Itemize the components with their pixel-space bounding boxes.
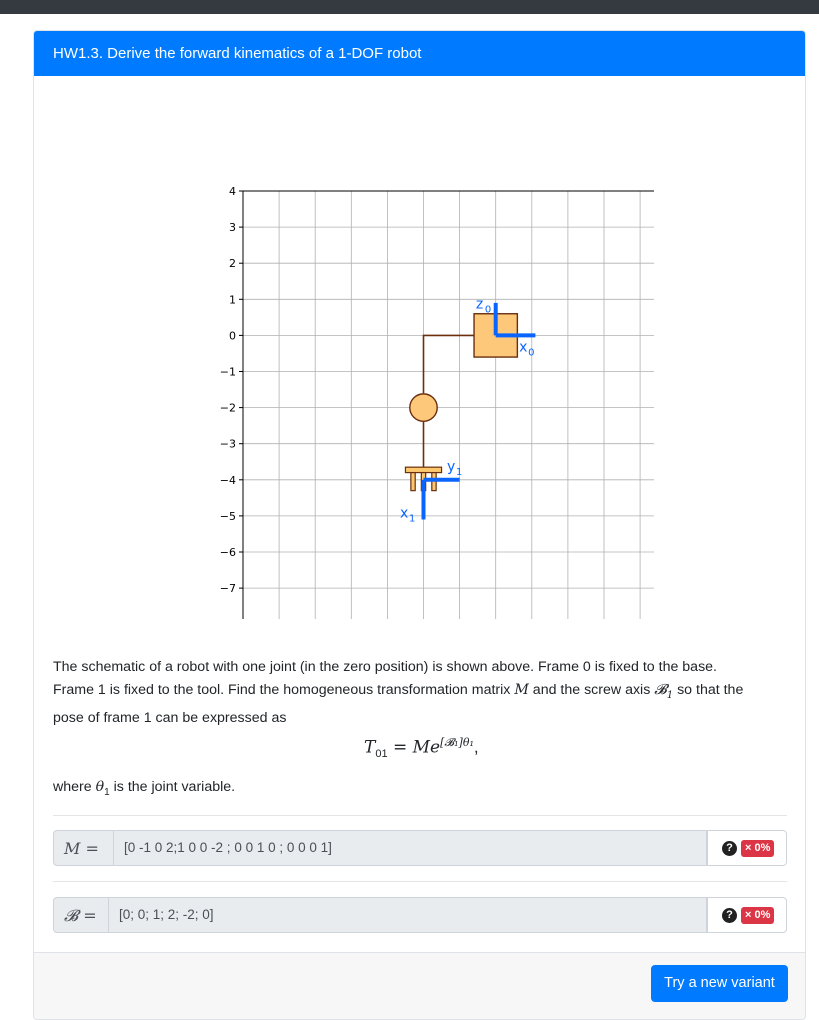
prompt-line-1: The schematic of a robot with one joint … (53, 659, 717, 675)
score-badge: × 0% (741, 907, 775, 924)
y-tick-label: −6 (220, 546, 236, 559)
y-tick-label: −7 (220, 582, 236, 595)
help-icon[interactable]: ? (722, 841, 737, 856)
M-label: M = (53, 830, 113, 866)
y-tick-label: −2 (220, 402, 236, 415)
prompt-text: Frame 1 is fixed to the tool. Find the h… (53, 682, 515, 698)
B-status: ? × 0% (707, 897, 787, 933)
y-tick-label: 2 (229, 257, 236, 270)
y-tick-label: −5 (220, 510, 236, 523)
plot-frame (242, 190, 677, 625)
B-label: 𝓑 = (53, 897, 108, 933)
joint-variable-note: where θ1 is the joint variable. (53, 779, 236, 798)
divider (53, 815, 787, 816)
frame1-x-label: x (400, 506, 408, 522)
frame0-x-sub: 0 (528, 348, 534, 359)
y-tick-label: 4 (229, 185, 236, 198)
score-badge: × 0% (741, 840, 775, 857)
top-bar (0, 0, 819, 14)
answer-row-M: M = [0 -1 0 2;1 0 0 -2 ; 0 0 1 0 ; 0 0 0… (53, 830, 787, 866)
frame1-y-label: y (447, 459, 455, 475)
divider (53, 881, 787, 882)
prompt-text: and the screw axis (528, 682, 655, 698)
prompt-text: so that the (673, 682, 744, 698)
frame0-z-label: z (476, 296, 483, 312)
y-tick-label: 3 (229, 221, 236, 234)
question-card: HW1.3. Derive the forward kinematics of … (33, 30, 806, 1020)
robot-schematic-plot: −7−6−5−4−3−2−101234543210−1−2−3−4−5−6−7−… (220, 185, 680, 644)
y-tick-label: −1 (220, 366, 236, 379)
tool-finger (410, 471, 416, 492)
y-tick-label: −3 (220, 438, 236, 451)
prompt-line-3: pose of frame 1 can be expressed as (53, 709, 287, 726)
tool-flange (404, 466, 443, 474)
M-status: ? × 0% (707, 830, 787, 866)
transform-equation: T01 = Me[𝓑₁]θ₁, (364, 736, 479, 761)
frame0-z-sub: 0 (485, 304, 491, 315)
question-title: HW1.3. Derive the forward kinematics of … (34, 31, 805, 76)
math-B1: 𝓑1 (654, 682, 674, 701)
frame1-x-sub: 1 (409, 514, 415, 525)
y-tick-label: 1 (229, 293, 236, 306)
B-input[interactable]: [0; 0; 1; 2; -2; 0] (108, 897, 707, 933)
revolute-joint (409, 393, 438, 423)
robot-schematic-figure: −7−6−5−4−3−2−101234543210−1−2−3−4−5−6−7−… (184, 159, 680, 644)
new-variant-button[interactable]: Try a new variant (651, 965, 788, 1002)
prompt-line-2: Frame 1 is fixed to the tool. Find the h… (53, 679, 793, 707)
math-M: M (514, 682, 529, 698)
y-tick-label: −8 (220, 618, 236, 619)
frame1-y-sub: 1 (456, 467, 462, 478)
frame0-x-label: x (519, 340, 527, 356)
card-footer: Try a new variant (34, 952, 805, 1019)
y-tick-label: −4 (220, 474, 236, 487)
help-icon[interactable]: ? (722, 908, 737, 923)
y-tick-label: 0 (229, 329, 236, 342)
problem-statement: The schematic of a robot with one joint … (53, 656, 793, 730)
robot-link (422, 334, 475, 394)
answer-row-B: 𝓑 = [0; 0; 1; 2; -2; 0] ? × 0% (53, 897, 787, 933)
M-input[interactable]: [0 -1 0 2;1 0 0 -2 ; 0 0 1 0 ; 0 0 0 1] (113, 830, 707, 866)
